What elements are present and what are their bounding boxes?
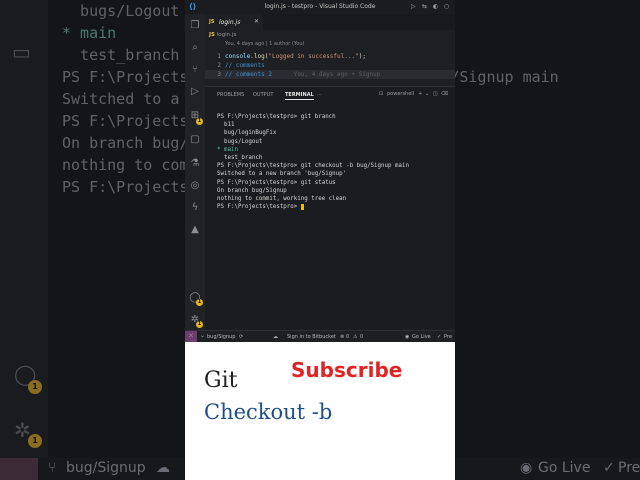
caption-area: Subscribe Git Checkout -b — [185, 342, 455, 480]
terminal-dropdown-icon[interactable]: ⌄ — [425, 91, 429, 97]
sync-icon[interactable]: ⟳ — [239, 334, 243, 340]
error-icon: ⊗ — [340, 334, 345, 340]
bg-branch-icon: ⑂ — [48, 460, 57, 476]
caption-title: Git — [204, 368, 238, 393]
status-branch[interactable]: bug/Signup — [207, 334, 235, 340]
account-badge: 1 — [196, 299, 203, 306]
bitbucket-cloud-icon: ☁ — [273, 334, 278, 340]
explorer-icon[interactable]: ❐ — [189, 20, 201, 32]
line-number: 1 — [217, 53, 221, 60]
tab-output[interactable]: OUTPUT — [253, 92, 273, 98]
terminal-line: PS F:\Projects\testpro> — [217, 203, 453, 211]
settings-badge: 1 — [196, 321, 203, 328]
tab-more[interactable]: ··· — [317, 92, 322, 98]
tab-login-js[interactable]: JS login.js ✕ — [205, 14, 263, 30]
split-terminal-icon[interactable]: ◫ — [433, 91, 438, 97]
caption-command: Checkout -b — [204, 400, 333, 424]
live-share-icon[interactable]: ϟ — [189, 202, 201, 214]
terminal-line: PS F:\Projects\testpro> git branch — [217, 114, 336, 120]
terminal-line: * main — [217, 146, 238, 153]
subscribe-label[interactable]: Subscribe — [291, 358, 402, 382]
warning-icon: ⚠ — [353, 334, 358, 340]
git-blame-lens[interactable]: You, 4 days ago | 1 author (You) — [225, 41, 304, 47]
code-text[interactable]: // comments — [225, 61, 265, 70]
split-icon[interactable]: ◐ — [433, 3, 438, 10]
new-terminal-icon[interactable]: + — [418, 91, 422, 97]
code-text[interactable]: // comments 2 You, 4 days ago • Signup — [225, 70, 380, 79]
terminal-line: PS F:\Projects\testpro> git status — [217, 179, 336, 186]
video-frame: ⟨⟩ login.js - testpro - Visual Studio Co… — [185, 0, 455, 480]
golive[interactable]: Go Live — [412, 334, 431, 340]
terminal-panel: PROBLEMS OUTPUT TERMINAL ··· ⊡ powershel… — [205, 86, 455, 330]
warning-count[interactable]: 0 — [360, 334, 363, 340]
terminal-output[interactable]: PS F:\Projects\testpro> git branch b11 b… — [217, 113, 453, 211]
bg-golive-icon: ◉ — [520, 460, 533, 476]
terminal-cursor — [300, 203, 304, 210]
breadcrumb-js-icon: JS — [209, 32, 216, 38]
prettier[interactable]: Pre — [444, 334, 452, 340]
close-icon[interactable]: ✕ — [254, 18, 259, 25]
compare-icon[interactable]: ⇆ — [422, 3, 427, 10]
bg-badge-2: 1 — [28, 434, 42, 448]
remote-indicator[interactable]: ⤫ — [185, 331, 197, 342]
search-icon[interactable]: ⌕ — [189, 42, 201, 54]
terminal-line: On branch bug/Signup — [217, 187, 287, 194]
kill-terminal-icon[interactable]: ⌫ — [441, 91, 448, 97]
bg-golive: Go Live — [538, 460, 591, 476]
panel-tabs: PROBLEMS OUTPUT TERMINAL ··· ⊡ powershel… — [205, 87, 455, 101]
bitbucket-signin[interactable]: Sign in to Bitbucket — [287, 334, 336, 340]
prettier-check-icon: ✓ — [437, 334, 442, 340]
golive-icon: ◉ — [405, 334, 410, 340]
terminal-line: test_branch — [217, 155, 263, 162]
terminal-line: PS F:\Projects\testpro> git checkout -b … — [217, 163, 409, 170]
terminal-line: Switched to a new branch 'bug/Signup' — [217, 171, 347, 178]
run-debug-icon[interactable]: ▷ — [189, 86, 201, 98]
status-bar: ⤫ ⑂ bug/Signup ⟳ ☁ Sign in to Bitbucket … — [185, 330, 455, 342]
extensions-icon[interactable]: ⊞ — [189, 110, 201, 122]
line-number: 2 — [217, 62, 221, 69]
tab-problems[interactable]: PROBLEMS — [217, 92, 244, 98]
remote-explorer-icon[interactable]: ▢ — [189, 134, 201, 146]
bg-remote-indicator — [0, 458, 38, 480]
terminal-line: b11 — [217, 122, 235, 129]
code-text[interactable]: console.log("Logged in successful..."); — [225, 52, 366, 61]
bg-badge: 1 — [28, 380, 42, 394]
breadcrumb[interactable]: JS login.js — [209, 32, 236, 38]
terminal-line: bug/loginBugFix — [217, 130, 277, 137]
code-line[interactable]: 3 // comments 2 You, 4 days ago • Signup — [205, 70, 455, 79]
code-line[interactable]: 2 // comments — [205, 61, 455, 70]
source-control-icon[interactable]: ⑂ — [189, 64, 201, 76]
activity-bar: ❐ ⌕ ⑂ ▷ 1 ⊞ ▢ ⚗ ◎ ϟ ▲ ◯ 1 ✲ 1 — [185, 14, 205, 330]
more-icon[interactable]: ○ — [444, 3, 449, 10]
breadcrumb-file[interactable]: login.js — [217, 32, 237, 38]
error-count[interactable]: 0 — [346, 334, 349, 340]
editor-area: JS login.js ✕ JS login.js You, 4 days ag… — [205, 14, 455, 86]
docker-icon[interactable]: ◎ — [189, 180, 201, 192]
title-bar: ⟨⟩ login.js - testpro - Visual Studio Co… — [185, 0, 455, 14]
bg-check-icon: ✓ — [603, 460, 615, 476]
testing-icon[interactable]: ⚗ — [189, 158, 201, 170]
deploy-icon[interactable]: ▲ — [189, 224, 201, 236]
bg-activity-bar: ▭ ◯ 1 ✲ 1 — [0, 0, 48, 458]
tab-bar: JS login.js ✕ — [205, 14, 455, 30]
bg-cloud-icon: ☁ — [156, 460, 170, 476]
bg-prettier: Pre — [618, 460, 640, 476]
terminal-shell-label[interactable]: powershell — [387, 91, 414, 97]
vscode-window: ⟨⟩ login.js - testpro - Visual Studio Co… — [185, 0, 455, 342]
line-number: 3 — [217, 71, 221, 78]
bg-terminal-icon: ▭ — [12, 40, 31, 64]
tab-terminal[interactable]: TERMINAL — [285, 92, 314, 100]
terminal-line: bugs/Logout — [217, 138, 263, 145]
bg-branch: bug/Signup — [66, 460, 146, 476]
js-file-icon: JS — [209, 19, 215, 25]
terminal-line: nothing to commit, working tree clean — [217, 196, 347, 203]
tab-label: login.js — [219, 19, 241, 26]
branch-icon: ⑂ — [201, 334, 205, 340]
terminal-shell-icon: ⊡ — [379, 91, 384, 97]
code-line[interactable]: 1 console.log("Logged in successful..."); — [205, 52, 455, 61]
run-icon[interactable]: ▷ — [411, 3, 416, 10]
